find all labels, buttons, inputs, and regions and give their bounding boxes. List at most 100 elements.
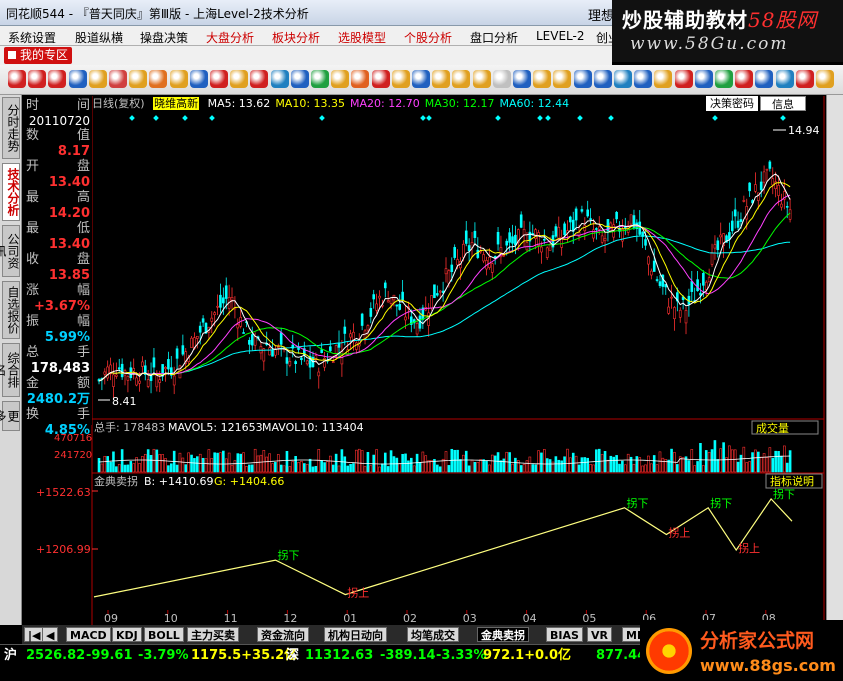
candle-body [453, 247, 456, 258]
volume-bar [730, 449, 734, 473]
indicator-tab-0[interactable]: MACD [66, 627, 111, 642]
volume-bar [464, 450, 468, 473]
signal-marker [153, 115, 159, 121]
volume-bar [592, 464, 595, 473]
volume-bar [326, 461, 329, 473]
candle-body [132, 368, 135, 372]
volume-bar [314, 466, 318, 473]
candle-body [222, 297, 225, 304]
tab-scroll-prev[interactable]: ◀ [42, 627, 59, 642]
volume-bar [534, 464, 537, 473]
volume-bar [647, 455, 650, 473]
candle-body [462, 243, 465, 258]
candle-body [508, 232, 511, 243]
info-value-0: 8.17 [57, 144, 90, 159]
volume-bar [424, 455, 428, 473]
candle-body [444, 268, 448, 275]
volume-bar [146, 449, 150, 473]
candle-body [141, 361, 144, 367]
indicator-tab-9[interactable]: VR [587, 627, 612, 642]
volume-bar [352, 463, 355, 473]
candle-body [115, 374, 118, 377]
info-label: 涨 [26, 283, 40, 298]
info-label: 开 [26, 159, 40, 174]
candle-body [788, 209, 792, 220]
volume-bar [765, 457, 769, 473]
candle-body [433, 284, 436, 299]
volume-bar [308, 458, 312, 473]
candle-body [600, 235, 604, 243]
info-value-6: 5.99% [44, 330, 90, 345]
low-price-label: 8.41 [112, 395, 137, 408]
candle-body [456, 259, 459, 266]
volume-bar [276, 454, 280, 473]
gold-turn-label: 拐下 [773, 487, 795, 501]
volume-bar [375, 449, 378, 473]
volume-bar [201, 457, 205, 473]
volume-bar [531, 464, 535, 473]
info-label2: 盘 [76, 159, 90, 174]
candle-body [349, 333, 352, 338]
gold-turn-label: 拐下 [710, 496, 732, 510]
volume-bar [97, 458, 101, 473]
volume-bar [349, 464, 352, 473]
signal-marker [426, 115, 432, 121]
volume-bar [751, 452, 754, 473]
volume-bar [207, 449, 211, 473]
period-label[interactable]: 日线(复权) [92, 97, 145, 110]
candle-body [464, 230, 468, 244]
candle-body [759, 181, 763, 191]
candle-body [690, 281, 694, 292]
indicator-tab-1[interactable]: KDJ [112, 627, 142, 642]
indicator-tab-5[interactable]: 机构日动向 [324, 627, 387, 642]
decision-code-button[interactable]: 决策密码 [706, 96, 758, 111]
volume-bar [383, 452, 387, 473]
volume-bar [459, 459, 462, 473]
info-label2: 盘 [76, 252, 90, 267]
candle-body [615, 211, 618, 220]
volume-bar [777, 451, 780, 473]
volume-bar [641, 465, 644, 473]
info-label2: 值 [76, 128, 90, 143]
info-label: 振 [26, 314, 40, 329]
info-button[interactable]: 信息 [760, 96, 806, 111]
candle-body [300, 357, 303, 361]
indicator-tab-7[interactable]: 金典卖拐 [477, 627, 529, 642]
month-tick-label: 05 [582, 612, 596, 625]
candle-body [699, 292, 702, 296]
volume-bar [785, 462, 789, 473]
volume-bar [719, 448, 723, 473]
volume-bar [453, 449, 456, 473]
ma10-line [98, 182, 791, 382]
candle-body [603, 238, 607, 242]
candle-body [739, 219, 743, 222]
volume-bar [178, 452, 182, 473]
volume-bar [511, 463, 514, 473]
indicator-tab-3[interactable]: 主力买卖 [187, 627, 239, 642]
volume-bar [574, 455, 578, 473]
candle-body [219, 294, 222, 308]
candle-body [331, 361, 335, 363]
candle-body [106, 366, 109, 379]
candle-body [586, 209, 589, 217]
indicator-tab-6[interactable]: 均笔成交 [407, 627, 459, 642]
indicator-tab-8[interactable]: BIAS [546, 627, 583, 642]
volume-bar [563, 456, 566, 473]
volume-bar [696, 461, 699, 473]
candle-body [366, 325, 370, 331]
volume-bar [462, 454, 465, 473]
indicator-tab-4[interactable]: 资金流向 [257, 627, 309, 642]
volume-bar [175, 464, 179, 473]
volume-bar [360, 450, 364, 473]
info-label: 换 [26, 407, 40, 422]
volume-bar [256, 455, 260, 473]
right-scrollbar[interactable] [826, 95, 843, 620]
indicator-tab-2[interactable]: BOLL [144, 627, 184, 642]
info-row-3: 最低 [26, 221, 90, 237]
gold-turn-label: 拐下 [277, 548, 299, 562]
candle-body [589, 218, 592, 220]
volume-bar [467, 465, 471, 473]
volume-bar [418, 461, 422, 473]
volume-bar [702, 465, 705, 473]
volume-bar [265, 456, 269, 473]
